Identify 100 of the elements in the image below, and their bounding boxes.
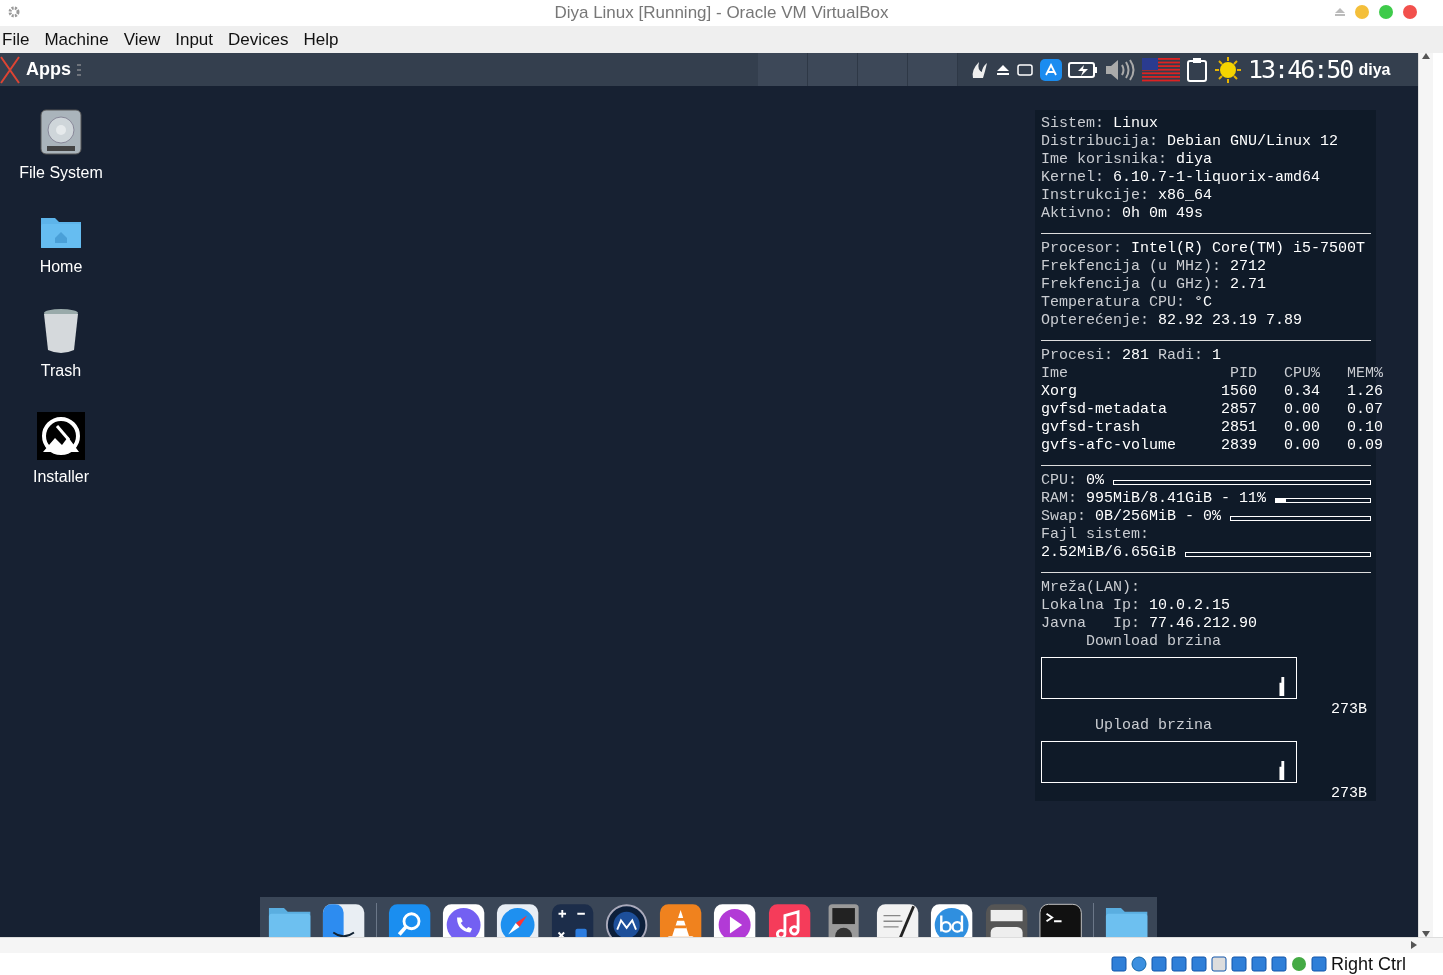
vertical-scrollbar[interactable] [1418, 53, 1433, 937]
graph-title: Upload brzina [1094, 717, 1214, 735]
info-label: Instrukcije: [1041, 187, 1150, 205]
table-cell-text: 1.26 [1346, 383, 1383, 401]
terminal-icon[interactable] [1038, 903, 1083, 937]
info-label: Frekfencija (u MHz): [1041, 258, 1222, 276]
clipboard-icon[interactable] [1186, 56, 1208, 83]
info-value: 0B/256MiB - 0% [1095, 508, 1222, 526]
apps-menu-button[interactable]: Apps [0, 54, 90, 85]
battery-icon[interactable] [1068, 60, 1098, 79]
info-label: Temperatura CPU: [1041, 294, 1186, 312]
info-label: Lokalna Ip: [1041, 597, 1141, 615]
trash-icon [43, 308, 79, 354]
section-title: Mreža(LAN): [1041, 579, 1141, 597]
info-value: 10.0.2.15 [1149, 597, 1231, 615]
info-label: Procesor: [1041, 240, 1122, 258]
menu-item[interactable]: Input [175, 29, 214, 50]
info-value: 77.46.212.90 [1149, 615, 1258, 633]
info-value: Intel(R) Core(TM) i5-7500T [1131, 240, 1366, 258]
menu-item[interactable]: View [123, 29, 161, 50]
info-value: 2.71 [1230, 276, 1267, 294]
info-label: Opterećenje: [1041, 312, 1150, 330]
desktop-icon-label[interactable]: Home [39, 258, 83, 276]
info-label: Kernel: [1041, 169, 1104, 187]
info-value: Debian GNU/Linux 12 [1167, 133, 1339, 151]
menu-item[interactable]: File [2, 29, 30, 50]
clock: 13:46:50 [1248, 57, 1353, 82]
app-store-icon[interactable] [1040, 58, 1062, 81]
desktop-icon-label[interactable]: File System [19, 164, 103, 182]
music-note-icon[interactable] [767, 903, 811, 937]
speed-reading: 273B [1331, 785, 1367, 803]
search-icon[interactable] [387, 903, 432, 937]
settings-icon[interactable] [8, 6, 20, 18]
window-title: Diya Linux [Running] - Oracle VM VirtualBox [554, 3, 889, 23]
info-label: Sistem: [1041, 115, 1104, 133]
desktop-icon-label[interactable]: Installer [33, 468, 89, 486]
hard-drive-icon [39, 108, 83, 156]
info-label: RAM: [1041, 490, 1077, 508]
table-cell-text: gvfs-afc-volume [1041, 437, 1178, 455]
installer-icon [37, 412, 85, 460]
column-header: Ime [1041, 365, 1069, 383]
info-value: °C [1194, 294, 1213, 312]
table-cell-text: 0.07 [1346, 401, 1383, 419]
menu-item[interactable]: Machine [44, 29, 109, 50]
monitor-icon[interactable] [1016, 61, 1034, 78]
horizontal-scrollbar[interactable] [0, 937, 1443, 953]
info-value: 0% [1086, 472, 1105, 490]
table-cell-text: gvfsd-trash [1041, 419, 1142, 437]
info-value: 2712 [1230, 258, 1267, 276]
info-value: 1 [1212, 347, 1222, 365]
user-name: diya [1358, 60, 1391, 79]
info-value: 0h 0m 49s [1122, 205, 1204, 223]
info-value: 281 [1122, 347, 1150, 365]
table-cell-text: gvfsd-metadata [1041, 401, 1169, 419]
info-label: CPU: [1041, 472, 1077, 490]
calculator-icon[interactable] [550, 903, 594, 937]
host-key-label: Right Ctrl [1331, 953, 1406, 975]
table-cell-text: 1560 [1220, 383, 1257, 401]
logo-icon[interactable] [984, 903, 1028, 937]
table-cell-text: 2857 [1220, 401, 1257, 419]
table-cell-text: 0.00 [1283, 401, 1320, 419]
notepad-icon[interactable] [876, 903, 920, 937]
info-label: Radi: [1158, 347, 1204, 365]
phone-icon[interactable] [442, 903, 486, 937]
torrent-icon[interactable] [930, 903, 974, 937]
menu-item[interactable]: Help [303, 29, 339, 50]
traffic-cone-icon[interactable] [659, 903, 703, 937]
info-label: Aktivno: [1041, 205, 1113, 223]
info-value: diya [1176, 151, 1213, 169]
scroll-right-icon[interactable] [1411, 938, 1417, 952]
info-value: 2.52MiB/6.65GiB [1041, 544, 1177, 562]
table-cell-text: Xorg [1041, 383, 1078, 401]
table-cell-text: 0.34 [1283, 383, 1320, 401]
table-cell-text: 0.00 [1283, 419, 1320, 437]
play-icon[interactable] [713, 903, 757, 937]
info-value: 995MiB/8.41GiB - 11% [1086, 490, 1267, 508]
info-label: Procesi: [1041, 347, 1113, 365]
menu-item[interactable]: Devices [228, 29, 289, 50]
info-label: Distribucija: [1041, 133, 1159, 151]
handle-icon [77, 63, 81, 76]
speed-reading: 273B [1331, 701, 1367, 719]
desktop-icon-label[interactable]: Trash [40, 362, 82, 380]
column-header: CPU% [1283, 365, 1320, 383]
speaker-icon[interactable] [1104, 57, 1136, 82]
eject-icon[interactable] [996, 62, 1010, 77]
compass-icon[interactable] [496, 903, 540, 937]
table-cell-text: 2851 [1220, 419, 1257, 437]
info-label: Frekfencija (u GHz): [1041, 276, 1222, 294]
column-header: MEM% [1346, 365, 1383, 383]
table-cell-text: 2839 [1220, 437, 1257, 455]
table-cell-text: 0.10 [1346, 419, 1383, 437]
info-label: Javna Ip: [1041, 615, 1141, 633]
sun-icon[interactable] [1214, 55, 1242, 84]
column-header: PID [1229, 365, 1257, 383]
table-cell-text: 0.00 [1283, 437, 1320, 455]
close-button[interactable] [1403, 5, 1417, 19]
info-label: Fajl sistem: [1041, 526, 1150, 544]
smiling-face-icon[interactable] [321, 903, 365, 937]
info-value: x86_64 [1158, 187, 1213, 205]
graph-title: Download brzina [1085, 633, 1223, 651]
